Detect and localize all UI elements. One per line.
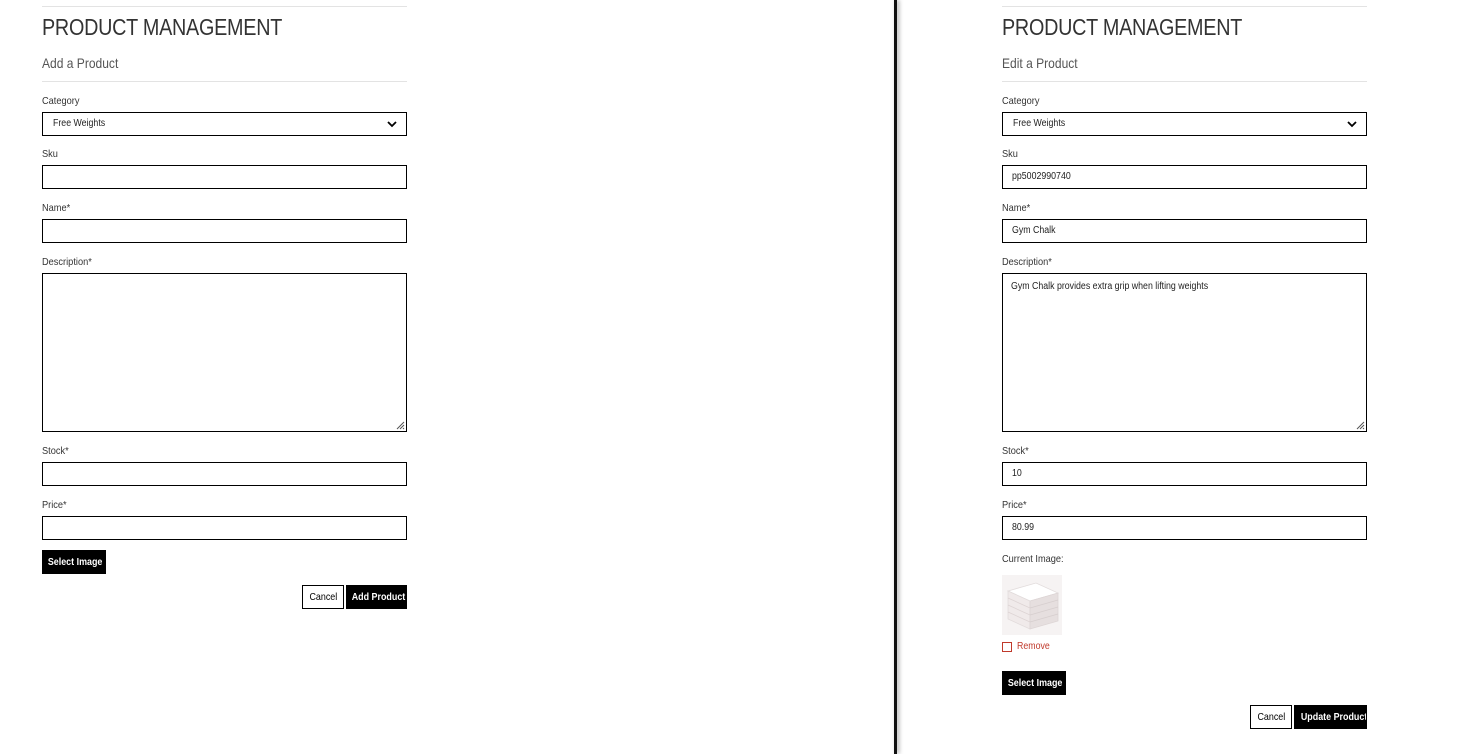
category-select-value: Free Weights	[53, 118, 106, 129]
update-product-button[interactable]: Update Product	[1294, 705, 1367, 729]
sku-input[interactable]: pp5002990740	[1002, 165, 1367, 189]
top-divider	[1002, 6, 1367, 7]
description-textarea[interactable]: Gym Chalk provides extra grip when lifti…	[1002, 273, 1367, 432]
add-product-button[interactable]: Add Product	[346, 585, 407, 609]
remove-image-checkbox[interactable]	[1002, 642, 1012, 652]
select-image-button[interactable]: Select Image	[42, 550, 106, 574]
description-label: Description*	[42, 256, 92, 268]
current-product-image[interactable]	[1002, 575, 1062, 635]
price-input[interactable]	[42, 516, 407, 540]
current-image-label: Current Image:	[1002, 553, 1064, 565]
select-image-button[interactable]: Select Image	[1002, 671, 1066, 695]
remove-image-label[interactable]: Remove	[1017, 641, 1050, 652]
stock-input[interactable]: 10	[1002, 462, 1367, 486]
price-input[interactable]: 80.99	[1002, 516, 1367, 540]
stock-label: Stock*	[42, 445, 69, 457]
price-value: 80.99	[1012, 522, 1035, 533]
category-label: Category	[1002, 95, 1040, 107]
stock-label: Stock*	[1002, 445, 1029, 457]
chevron-down-icon	[1347, 121, 1357, 128]
name-input[interactable]: Gym Chalk	[1002, 219, 1367, 243]
chevron-down-icon	[387, 121, 397, 128]
subtitle-divider	[42, 81, 407, 82]
subtitle-divider	[1002, 81, 1367, 82]
name-label: Name*	[1002, 202, 1031, 214]
price-label: Price*	[1002, 499, 1027, 511]
form-subtitle: Add a Product	[42, 55, 119, 71]
sku-label: Sku	[1002, 148, 1018, 160]
description-label: Description*	[1002, 256, 1052, 268]
sku-value: pp5002990740	[1012, 171, 1071, 182]
description-value: Gym Chalk provides extra grip when lifti…	[1011, 281, 1209, 292]
category-select[interactable]: Free Weights	[42, 112, 407, 136]
gym-chalk-image	[1002, 575, 1062, 635]
cancel-button[interactable]: Cancel	[302, 585, 344, 609]
resize-grip-icon[interactable]	[395, 420, 405, 430]
stock-value: 10	[1012, 468, 1022, 479]
page-title: PRODUCT MANAGEMENT	[42, 14, 283, 40]
name-input[interactable]	[42, 219, 407, 243]
stock-input[interactable]	[42, 462, 407, 486]
name-value: Gym Chalk	[1012, 225, 1056, 236]
name-label: Name*	[42, 202, 71, 214]
category-select[interactable]: Free Weights	[1002, 112, 1367, 136]
panel-divider	[894, 0, 897, 754]
sku-label: Sku	[42, 148, 58, 160]
top-divider	[42, 6, 407, 7]
description-textarea[interactable]	[42, 273, 407, 432]
form-subtitle: Edit a Product	[1002, 55, 1078, 71]
cancel-button[interactable]: Cancel	[1250, 705, 1292, 729]
resize-grip-icon[interactable]	[1355, 420, 1365, 430]
category-select-value: Free Weights	[1013, 118, 1066, 129]
page-title: PRODUCT MANAGEMENT	[1002, 14, 1243, 40]
price-label: Price*	[42, 499, 67, 511]
category-label: Category	[42, 95, 80, 107]
sku-input[interactable]	[42, 165, 407, 189]
